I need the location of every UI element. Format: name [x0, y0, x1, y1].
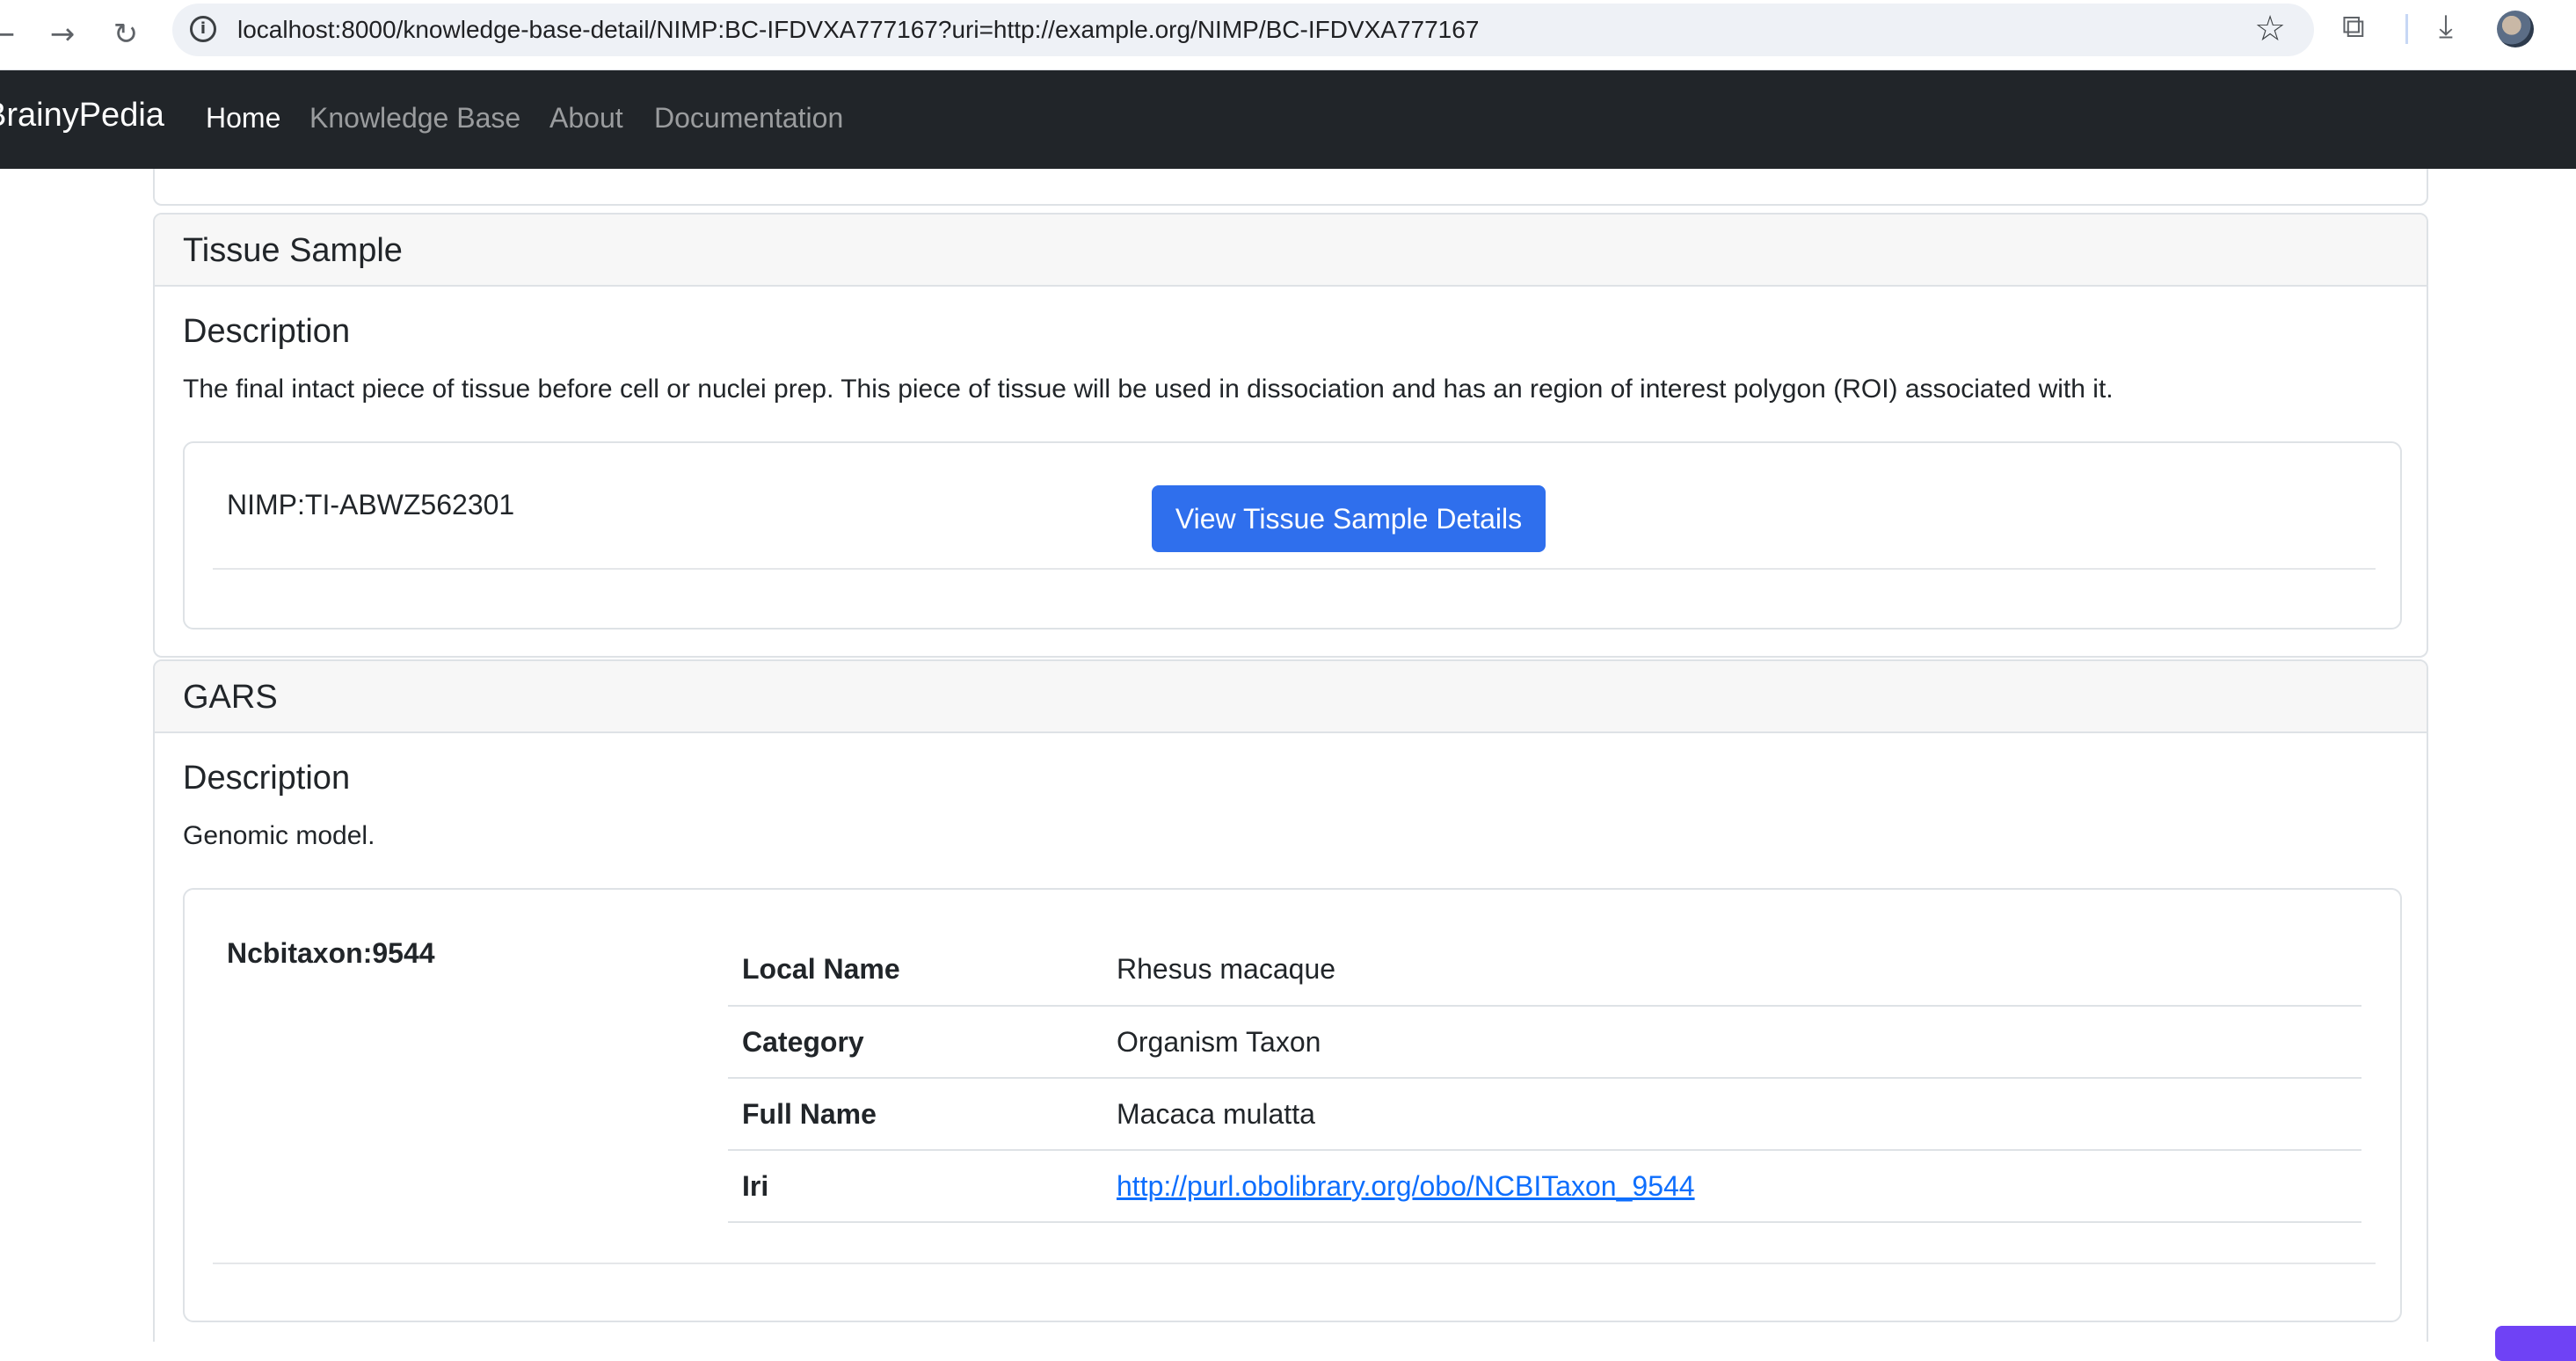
description-heading: Description [183, 313, 351, 350]
brand-logo-text[interactable]: BrainyPedia [0, 97, 164, 135]
card-header: Tissue Sample [155, 215, 2427, 287]
previous-card [153, 169, 2428, 206]
profile-avatar[interactable] [2497, 11, 2534, 47]
taxon-id: Ncbitaxon:9544 [227, 937, 435, 969]
property-key: Full Name [728, 1078, 1102, 1151]
property-key: Iri [728, 1150, 1102, 1223]
back-icon[interactable]: ← [0, 12, 25, 56]
nav-knowledge-base[interactable]: Knowledge Base [309, 102, 520, 135]
tissue-sample-item: NIMP:TI-ABWZ562301 View Tissue Sample De… [183, 441, 2402, 630]
divider [213, 568, 2376, 570]
nav-about[interactable]: About [549, 102, 623, 135]
address-url[interactable]: localhost:8000/knowledge-base-detail/NIM… [237, 16, 1479, 44]
floating-action-button[interactable] [2495, 1326, 2576, 1361]
toolbar-divider [2405, 14, 2408, 44]
divider [213, 1263, 2376, 1264]
main-content: Tissue Sample Description The final inta… [153, 169, 2428, 1342]
gars-card: GARS Description Genomic model. Ncbitaxo… [153, 659, 2428, 1342]
forward-icon[interactable]: → [40, 12, 84, 56]
bookmark-star-icon[interactable]: ☆ [2254, 9, 2286, 49]
table-row: Local Name Rhesus macaque [728, 934, 2361, 1007]
property-key: Local Name [728, 934, 1102, 1007]
card-header: GARS [155, 661, 2427, 733]
app-navbar: BrainyPedia Home Knowledge Base About Do… [0, 70, 2576, 169]
description-heading: Description [183, 760, 351, 797]
tissue-sample-card: Tissue Sample Description The final inta… [153, 213, 2428, 658]
property-key: Category [728, 1006, 1102, 1079]
property-value: Macaca mulatta [1102, 1078, 2361, 1151]
site-info-icon[interactable]: i [190, 16, 216, 42]
nav-documentation[interactable]: Documentation [654, 102, 843, 135]
tissue-sample-id: NIMP:TI-ABWZ562301 [227, 489, 515, 520]
extensions-icon[interactable]: ⧉ [2342, 9, 2365, 46]
address-bar[interactable]: i localhost:8000/knowledge-base-detail/N… [172, 4, 2314, 56]
description-text: The final intact piece of tissue before … [183, 375, 2114, 404]
properties-table: Local Name Rhesus macaque Category Organ… [728, 934, 2361, 1223]
table-row: Full Name Macaca mulatta [728, 1078, 2361, 1151]
download-icon[interactable]: ⤓ [2439, 9, 2453, 46]
description-text: Genomic model. [183, 821, 375, 850]
browser-toolbar: ← → ↻ i localhost:8000/knowledge-base-de… [0, 0, 2576, 70]
table-row: Iri http://purl.obolibrary.org/obo/NCBIT… [728, 1150, 2361, 1223]
table-row: Category Organism Taxon [728, 1006, 2361, 1079]
property-value-cell: http://purl.obolibrary.org/obo/NCBITaxon… [1102, 1150, 2361, 1223]
property-value: Rhesus macaque [1102, 934, 2361, 1007]
reload-icon[interactable]: ↻ [104, 12, 148, 56]
view-tissue-sample-button[interactable]: View Tissue Sample Details [1152, 485, 1546, 552]
property-value: Organism Taxon [1102, 1006, 2361, 1079]
taxon-item: Ncbitaxon:9544 Local Name Rhesus macaque… [183, 888, 2402, 1322]
nav-home[interactable]: Home [206, 102, 280, 135]
iri-link[interactable]: http://purl.obolibrary.org/obo/NCBITaxon… [1117, 1170, 1695, 1202]
